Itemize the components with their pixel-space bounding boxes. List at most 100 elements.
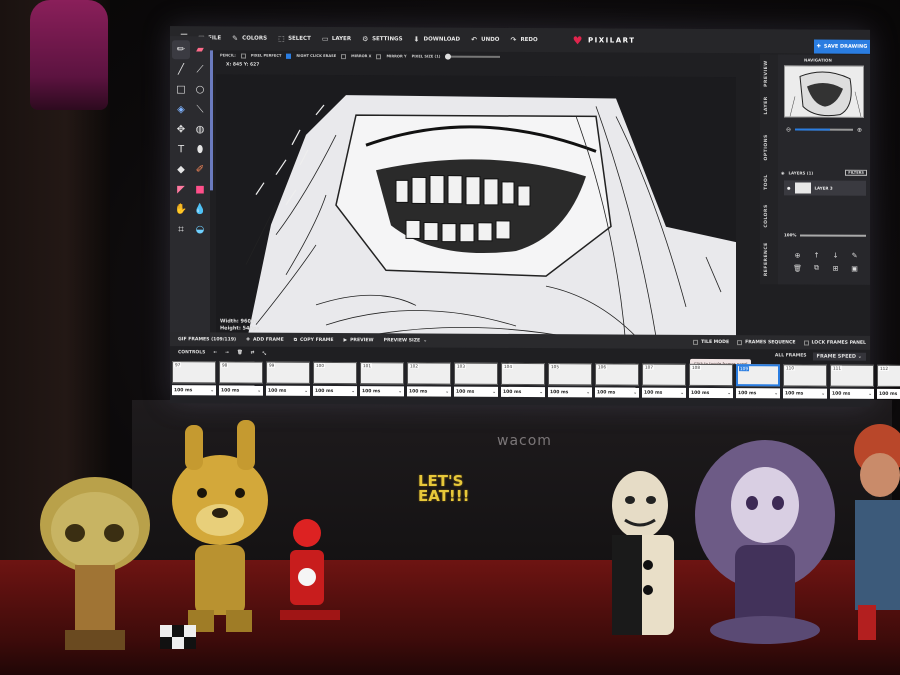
expand-frames-icon[interactable]: ⤡ xyxy=(262,350,266,356)
brush-tool-icon[interactable]: ⟍ xyxy=(191,100,209,119)
prev-frame-icon[interactable]: ← xyxy=(213,350,217,355)
navigation-preview[interactable] xyxy=(784,65,864,118)
frame-duration-select[interactable]: 100 ms ⌄ xyxy=(501,386,545,398)
shuffle-frame-icon[interactable]: ⇄ xyxy=(251,351,255,356)
hand-tool-icon[interactable]: ✋ xyxy=(172,200,190,219)
add-frame-button[interactable]: ✚ ADD FRAME xyxy=(246,337,284,342)
rectangle-tool-icon[interactable]: □ xyxy=(172,80,190,99)
crop-tool-icon[interactable]: ⌗ xyxy=(172,220,190,239)
frame-thumbnail[interactable]: 103 xyxy=(454,362,498,385)
frame-thumbnail[interactable]: 112 xyxy=(877,364,900,388)
frame-item[interactable]: 103 100 ms ⌄ xyxy=(454,362,498,403)
zoom-in-icon[interactable]: ⊕ xyxy=(857,126,862,133)
tab-preview[interactable]: PREVIEW xyxy=(764,60,769,87)
dropper-tool-icon[interactable]: ✐ xyxy=(191,160,209,179)
tile-mode-checkbox[interactable] xyxy=(693,339,699,345)
right-click-erase-checkbox[interactable] xyxy=(286,53,292,59)
save-drawing-button[interactable]: ✚ SAVE DRAWING xyxy=(814,39,870,54)
tab-layer[interactable]: LAYER xyxy=(764,96,769,114)
frame-item[interactable]: 104 100 ms ⌄ xyxy=(501,362,545,403)
frame-speed-dropdown[interactable]: FRAME SPEED ⌄ xyxy=(812,352,866,361)
shell-tool-icon[interactable]: ◍ xyxy=(191,120,209,139)
frame-duration-select[interactable]: 100 ms ⌄ xyxy=(360,386,404,397)
frame-thumbnail[interactable]: 99 xyxy=(266,361,310,384)
menu-undo[interactable]: ↶ UNDO xyxy=(471,35,499,43)
tab-tool[interactable]: TOOL xyxy=(764,174,769,190)
layer-row[interactable]: ● LAYER 3 xyxy=(784,180,866,196)
lighten-tool-icon[interactable]: ⟋ xyxy=(191,60,209,79)
tool-scrollbar[interactable] xyxy=(210,50,213,191)
frame-thumbnail[interactable]: 100 xyxy=(313,361,357,385)
frame-duration-select[interactable]: 100 ms ⌄ xyxy=(783,388,827,399)
frame-item[interactable]: 100 100 ms ⌄ xyxy=(313,361,357,402)
drop-tool-icon[interactable]: 💧 xyxy=(191,200,209,219)
menu-settings[interactable]: ⚙ SETTINGS xyxy=(362,35,402,43)
all-frames-label[interactable]: ALL FRAMES xyxy=(775,353,807,358)
tab-colors[interactable]: COLORS xyxy=(764,204,769,227)
move-up-icon[interactable]: ↑ xyxy=(807,249,826,262)
next-frame-icon[interactable]: → xyxy=(225,350,229,355)
menu-colors[interactable]: ✎ COLORS xyxy=(232,34,267,42)
move-tool-icon[interactable]: ✥ xyxy=(172,120,190,139)
frame-duration-select[interactable]: 100 ms ⌄ xyxy=(689,387,733,399)
frame-item[interactable]: 109 100 ms ⌄ xyxy=(736,364,780,404)
frame-item[interactable]: 106 100 ms ⌄ xyxy=(595,363,639,403)
frame-thumbnail[interactable]: 105 xyxy=(548,363,592,386)
tile-mode-toggle[interactable]: TILE MODE xyxy=(693,339,729,345)
frame-item[interactable]: 102 100 ms ⌄ xyxy=(407,362,451,402)
tab-options[interactable]: OPTIONS xyxy=(764,134,769,160)
frame-thumbnail[interactable]: 107 xyxy=(642,363,686,386)
frame-duration-select[interactable]: 100 ms ⌄ xyxy=(736,388,780,399)
frame-thumbnail[interactable]: 98 xyxy=(219,361,263,384)
frame-thumbnail[interactable]: 102 xyxy=(407,362,451,385)
frame-item[interactable]: 111 100 ms ⌄ xyxy=(830,364,874,405)
bucket-tool-icon[interactable]: ◈ xyxy=(172,100,190,119)
frames-sequence-toggle[interactable]: FRAMES SEQUENCE xyxy=(737,339,796,345)
lock-frames-checkbox[interactable] xyxy=(803,339,809,346)
line-tool-icon[interactable]: ╱ xyxy=(172,60,190,79)
edit-layer-icon[interactable]: ✎ xyxy=(845,249,864,262)
dither-tool-icon[interactable]: ◒ xyxy=(191,220,209,239)
frame-thumbnail[interactable]: 104 xyxy=(501,362,545,386)
gradient-tool-icon[interactable]: ◤ xyxy=(172,180,190,199)
stamp-tool-icon[interactable]: ◆ xyxy=(172,160,190,179)
menu-redo[interactable]: ↷ REDO xyxy=(510,35,537,43)
frame-duration-select[interactable]: 100 ms ⌄ xyxy=(595,387,639,398)
preview-button[interactable]: ▶ PREVIEW xyxy=(344,338,374,343)
add-layer-icon[interactable]: ⊕ xyxy=(788,248,807,261)
frame-thumbnail[interactable]: 101 xyxy=(360,362,404,385)
frame-duration-select[interactable]: 100 ms ⌄ xyxy=(172,385,216,396)
lock-frames-panel-toggle[interactable]: LOCK FRAMES PANEL xyxy=(803,339,866,346)
duplicate-layer-icon[interactable]: ⧉ xyxy=(807,262,826,275)
frame-item[interactable]: 110 100 ms ⌄ xyxy=(783,364,827,404)
zoom-out-icon[interactable]: ⊖ xyxy=(786,126,791,133)
merge-layer-icon[interactable]: ⊞ xyxy=(826,262,845,275)
frame-duration-select[interactable]: 100 ms ⌄ xyxy=(313,385,357,397)
frame-duration-select[interactable]: 100 ms ⌄ xyxy=(266,385,310,396)
preview-size-dropdown[interactable]: PREVIEW SIZE ⌄ xyxy=(384,338,427,343)
frame-duration-select[interactable]: 100 ms ⌄ xyxy=(548,387,592,398)
tab-reference[interactable]: REFERENCE xyxy=(764,242,769,276)
text-tool-icon[interactable]: T xyxy=(172,140,190,159)
frame-item[interactable]: 112 100 ms⌄ xyxy=(877,364,900,405)
frame-thumbnail[interactable]: 111 xyxy=(830,364,874,387)
color-swatch-icon[interactable]: ■ xyxy=(191,180,209,199)
mirror-y-checkbox[interactable] xyxy=(376,53,382,59)
menu-select[interactable]: ⬚ SELECT xyxy=(278,34,311,42)
copy-frame-button[interactable]: ⧉ COPY FRAME xyxy=(294,337,334,343)
filters-button[interactable]: FILTERS xyxy=(845,169,867,176)
egg-tool-icon[interactable]: ⬮ xyxy=(191,140,209,159)
pixel-perfect-checkbox[interactable] xyxy=(240,53,246,59)
frame-thumbnail[interactable]: 108 xyxy=(689,363,733,387)
drawing-canvas[interactable] xyxy=(216,74,736,348)
frame-item[interactable]: 101 100 ms ⌄ xyxy=(360,362,404,402)
frame-item[interactable]: 98 100 ms ⌄ xyxy=(219,361,263,401)
layer-settings-icon[interactable]: ▣ xyxy=(845,262,864,275)
eye-icon[interactable]: ◉ xyxy=(781,170,785,175)
pixel-size-slider[interactable] xyxy=(445,53,501,60)
opacity-slider[interactable] xyxy=(800,233,866,237)
frame-item[interactable]: 97 100 ms ⌄ xyxy=(172,361,216,401)
frame-duration-select[interactable]: 100 ms ⌄ xyxy=(407,386,451,397)
frame-item[interactable]: 99 100 ms ⌄ xyxy=(266,361,310,402)
layer-visibility-icon[interactable]: ● xyxy=(787,185,791,190)
